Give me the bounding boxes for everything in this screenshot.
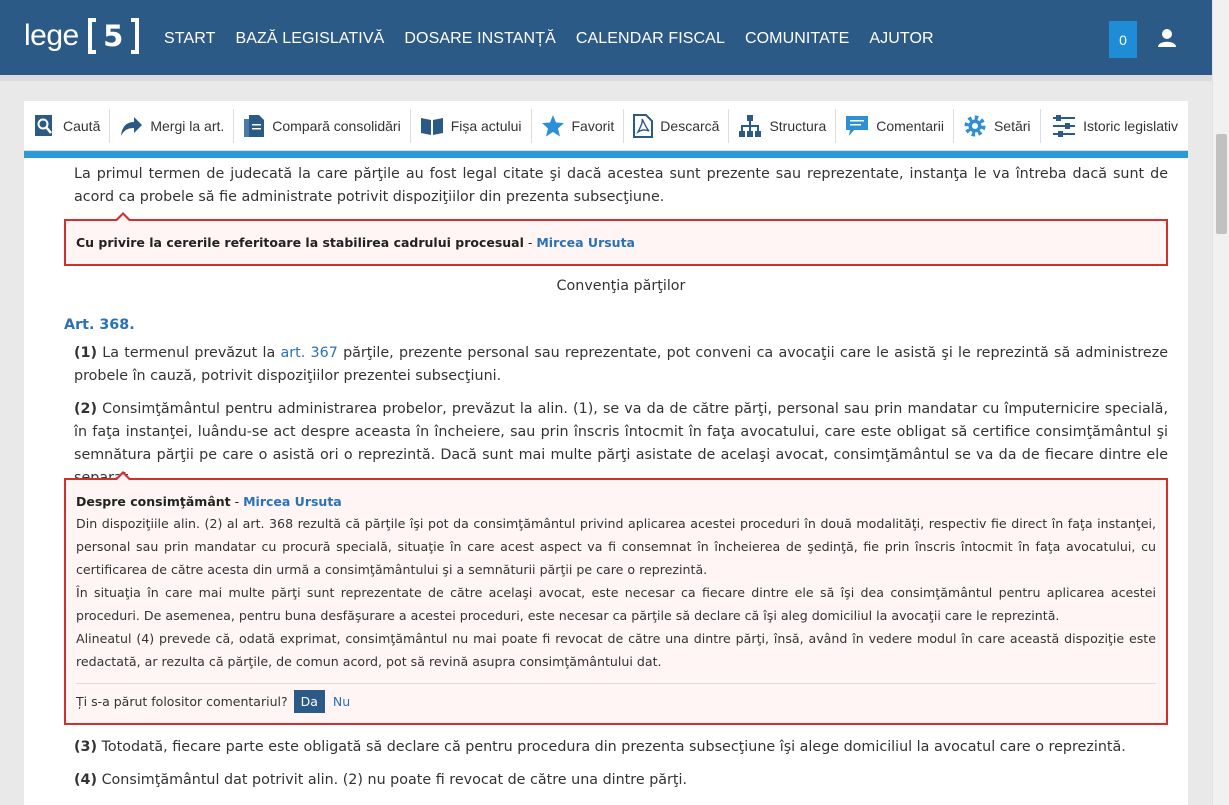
feedback-question: Ți s-a părut folositor comentariul? [76, 694, 288, 709]
comment-title-text: Despre consimţământ [76, 494, 231, 509]
paragraph-3: (3) Totodată, fiecare parte este obligat… [74, 739, 1126, 755]
toolbar-search-label: Caută [63, 117, 101, 134]
comment-title-text: Cu privire la cererile referitoare la st… [76, 235, 524, 250]
paragraph-1-number: (1) [74, 345, 98, 361]
nav-baza-legislativa[interactable]: BAZĂ LEGISLATIVĂ [235, 30, 384, 48]
user-icon[interactable] [1157, 28, 1177, 48]
paragraph-4: (4) Consimţământul dat potrivit alin. (2… [74, 772, 688, 788]
toolbar-search-button[interactable]: Caută [24, 108, 111, 143]
comment-author-link[interactable]: Mircea Ursuta [243, 494, 342, 509]
toolbar-act-sheet-button[interactable]: Fișa actului [411, 108, 532, 143]
comment-title: Cu privire la cererile referitoare la st… [76, 235, 635, 250]
comment-box-procedural-framework: Cu privire la cererile referitoare la st… [64, 212, 1168, 266]
comment-paragraph: În situaţia în care mai multe părţi sunt… [76, 585, 1156, 623]
compare-docs-icon [244, 114, 265, 137]
nav-ajutor[interactable]: AJUTOR [869, 30, 933, 48]
logo-box: 5 [87, 18, 139, 54]
nav-comunitate[interactable]: COMUNITATE [745, 30, 849, 48]
nav-start[interactable]: START [164, 30, 215, 48]
star-icon [541, 115, 564, 137]
toolbar-comments-button[interactable]: Comentarii [836, 108, 954, 143]
tree-icon [739, 114, 762, 137]
paragraph-3-number: (3) [74, 739, 98, 755]
feedback-no-button[interactable]: Nu [333, 694, 350, 709]
paragraph-1: (1) La termenul prevăzut la art. 367 păr… [74, 345, 1168, 384]
paragraph-2: (2) Consimţământul pentru administrarea … [74, 401, 1168, 486]
search-doc-icon [35, 114, 52, 136]
nav-calendar-fiscal[interactable]: CALENDAR FISCAL [576, 30, 725, 48]
toolbar-structure-label: Structura [769, 117, 827, 134]
pdf-icon [633, 113, 654, 138]
comment-divider [76, 683, 1156, 684]
book-icon [420, 117, 443, 135]
comment-author-link[interactable]: Mircea Ursuta [536, 235, 635, 250]
main-nav: START BAZĂ LEGISLATIVĂ DOSARE INSTANȚĂ C… [164, 30, 954, 48]
comment-feedback: Ți s-a părut folositor comentariul? Da N… [76, 690, 350, 713]
toolbar-goto-button[interactable]: Mergi la art. [110, 108, 235, 143]
toolbar-history-button[interactable]: Istoric legislativ [1043, 109, 1178, 143]
article-367-link[interactable]: art. 367 [280, 345, 337, 361]
top-navigation-bar: lege 5 START BAZĂ LEGISLATIVĂ DOSARE INS… [0, 0, 1229, 75]
notification-badge[interactable]: 0 [1109, 21, 1137, 58]
toolbar-structure-button[interactable]: Structura [729, 108, 837, 143]
logo-text: lege [24, 19, 79, 52]
logo-number: 5 [103, 19, 124, 53]
toolbar-download-button[interactable]: Descarcă [624, 108, 730, 143]
paragraph-2-number: (2) [74, 401, 98, 417]
history-list-icon [1053, 114, 1076, 137]
nav-dosare-instanta[interactable]: DOSARE INSTANȚĂ [404, 30, 555, 48]
toolbar-settings-label: Setări [993, 117, 1031, 134]
go-arrow-icon [121, 116, 143, 136]
toolbar-settings-button[interactable]: Setări [954, 108, 1041, 143]
toolbar-history-label: Istoric legislativ [1083, 117, 1178, 134]
toolbar-favorite-button[interactable]: Favorit [532, 108, 625, 143]
comment-paragraph: Alineatul (4) prevede că, odată exprimat… [76, 631, 1156, 669]
comment-title: Despre consimţământ - Mircea Ursuta [76, 494, 342, 509]
gear-icon [964, 115, 986, 136]
toolbar-comments-label: Comentarii [876, 117, 944, 134]
toolbar-compare-label: Compară consolidări [272, 117, 401, 134]
comment-box-consent: Despre consimţământ - Mircea Ursuta Din … [64, 471, 1168, 725]
comment-paragraph: Din dispoziţiile alin. (2) al art. 368 r… [76, 516, 1156, 577]
paragraph-4-number: (4) [74, 772, 98, 788]
document-card: Caută Mergi la art. Compară consolidări … [24, 101, 1188, 805]
page-scrollbar[interactable] [1212, 0, 1229, 805]
article-label[interactable]: Art. 368. [64, 317, 135, 333]
comment-body: Din dispoziţiile alin. (2) al art. 368 r… [76, 512, 1156, 673]
toolbar-accent-bar [24, 151, 1188, 158]
toolbar-favorite-label: Favorit [571, 117, 615, 134]
scrollbar-thumb[interactable] [1216, 134, 1227, 234]
feedback-yes-button[interactable]: Da [293, 690, 325, 713]
toolbar-compare-button[interactable]: Compară consolidări [234, 108, 411, 143]
site-logo[interactable]: lege 5 [24, 18, 139, 54]
section-title: Convenţia părţilor [556, 278, 686, 294]
intro-paragraph: La primul termen de judecată la care păr… [74, 166, 1168, 205]
toolbar-act-sheet-label: Fișa actului [450, 117, 522, 134]
comment-icon [846, 115, 869, 136]
header-shadow-band [0, 75, 1229, 81]
document-toolbar: Caută Mergi la art. Compară consolidări … [24, 101, 1188, 151]
toolbar-download-label: Descarcă [660, 117, 720, 134]
toolbar-goto-label: Mergi la art. [150, 117, 225, 134]
